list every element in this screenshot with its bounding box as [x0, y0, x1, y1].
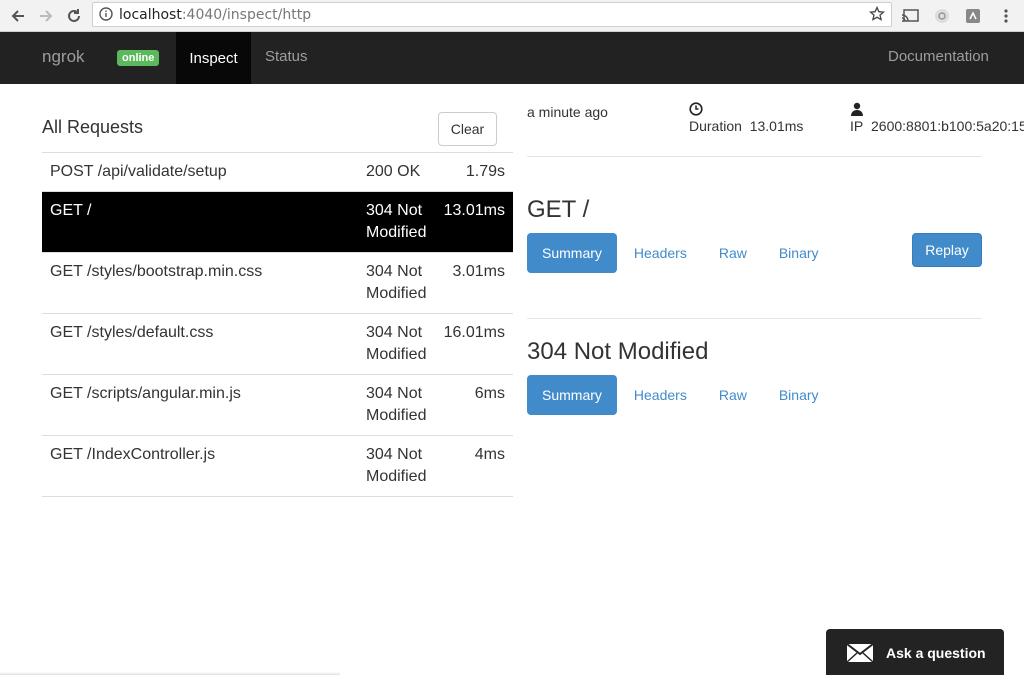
request-row[interactable]: POST /api/validate/setup 200 OK 1.79s: [42, 153, 513, 192]
request-status: 304 Not Modified: [366, 446, 427, 485]
request-path: GET /scripts/angular.min.js: [50, 385, 241, 402]
divider: [527, 318, 982, 319]
ask-question-widget[interactable]: Ask a question: [826, 629, 1004, 675]
request-path: GET /: [50, 202, 92, 219]
ask-question-label: Ask a question: [886, 645, 986, 661]
request-duration: 13.01ms: [443, 202, 505, 219]
request-status: 304 Not Modified: [366, 202, 427, 241]
request-row[interactable]: GET /IndexController.js 304 Not Modified…: [42, 436, 513, 497]
request-tab-summary[interactable]: Summary: [527, 233, 617, 273]
response-tab-headers[interactable]: Headers: [619, 375, 702, 415]
brand-logo[interactable]: ngrok: [42, 47, 85, 67]
request-row[interactable]: GET /styles/bootstrap.min.css 304 Not Mo…: [42, 253, 513, 314]
app-navbar: ngrok online Inspect Status Documentatio…: [0, 32, 1024, 84]
extension-shield-icon[interactable]: [932, 6, 952, 26]
back-button[interactable]: [6, 4, 30, 28]
documentation-link[interactable]: Documentation: [888, 48, 989, 65]
requests-table: POST /api/validate/setup 200 OK 1.79s GE…: [42, 152, 513, 497]
url-text: localhost:4040/inspect/http: [119, 7, 312, 23]
duration-label: Duration: [689, 118, 742, 134]
address-bar[interactable]: localhost:4040/inspect/http: [92, 2, 892, 27]
reload-icon: [68, 9, 80, 22]
request-tab-headers[interactable]: Headers: [619, 233, 702, 273]
cast-icon[interactable]: [900, 6, 920, 26]
request-duration: 4ms: [474, 446, 505, 463]
all-requests-heading: All Requests: [42, 117, 144, 137]
ip-label: IP: [850, 118, 864, 134]
request-tabs: Summary Headers Raw Binary: [527, 233, 836, 273]
ip-value: 2600:8801:b100:5a20:15: [871, 118, 1024, 134]
request-tab-binary[interactable]: Binary: [764, 233, 834, 273]
nav-tab-inspect[interactable]: Inspect: [176, 32, 251, 84]
response-title: 304 Not Modified: [527, 338, 709, 365]
online-status-badge: online: [117, 50, 160, 66]
response-tab-binary[interactable]: Binary: [764, 375, 834, 415]
duration-meta: Duration 13.01ms: [689, 118, 803, 134]
request-title: GET /: [527, 196, 590, 223]
request-status: 304 Not Modified: [366, 263, 427, 302]
request-path: GET /styles/bootstrap.min.css: [50, 263, 263, 280]
nav-tab-status[interactable]: Status: [265, 48, 308, 65]
reload-button[interactable]: [62, 4, 86, 28]
envelope-icon: [846, 643, 874, 668]
browser-toolbar: localhost:4040/inspect/http: [0, 0, 1024, 32]
duration-value: 13.01ms: [749, 118, 804, 134]
forward-button[interactable]: [34, 4, 58, 28]
request-duration: 16.01ms: [443, 324, 505, 341]
request-status: 304 Not Modified: [366, 324, 427, 363]
ip-meta: IP 2600:8801:b100:5a20:15: [850, 118, 1024, 134]
request-tab-raw[interactable]: Raw: [704, 233, 762, 273]
request-path: GET /styles/default.css: [50, 324, 214, 341]
divider: [527, 156, 982, 157]
request-time: a minute ago: [527, 104, 608, 120]
request-duration: 6ms: [474, 385, 505, 402]
info-icon[interactable]: [99, 7, 113, 26]
request-path: POST /api/validate/setup: [50, 163, 227, 180]
response-tab-raw[interactable]: Raw: [704, 375, 762, 415]
request-row-selected[interactable]: GET / 304 Not Modified 13.01ms: [42, 192, 513, 253]
clear-button[interactable]: Clear: [438, 112, 497, 146]
request-status: 304 Not Modified: [366, 385, 427, 424]
response-tabs: Summary Headers Raw Binary: [527, 375, 836, 415]
request-duration: 1.79s: [465, 163, 505, 180]
extension-icon[interactable]: [963, 6, 983, 26]
back-arrow-icon: [11, 10, 24, 22]
request-row[interactable]: GET /styles/default.css 304 Not Modified…: [42, 314, 513, 375]
bookmark-star-icon[interactable]: [868, 5, 886, 27]
replay-button[interactable]: Replay: [912, 233, 982, 267]
request-status: 200 OK: [366, 163, 421, 180]
request-duration: 3.01ms: [452, 263, 505, 280]
request-row[interactable]: GET /scripts/angular.min.js 304 Not Modi…: [42, 375, 513, 436]
request-path: GET /IndexController.js: [50, 446, 216, 463]
forward-arrow-icon: [40, 10, 53, 22]
browser-menu-icon[interactable]: [996, 6, 1016, 26]
response-tab-summary[interactable]: Summary: [527, 375, 617, 415]
